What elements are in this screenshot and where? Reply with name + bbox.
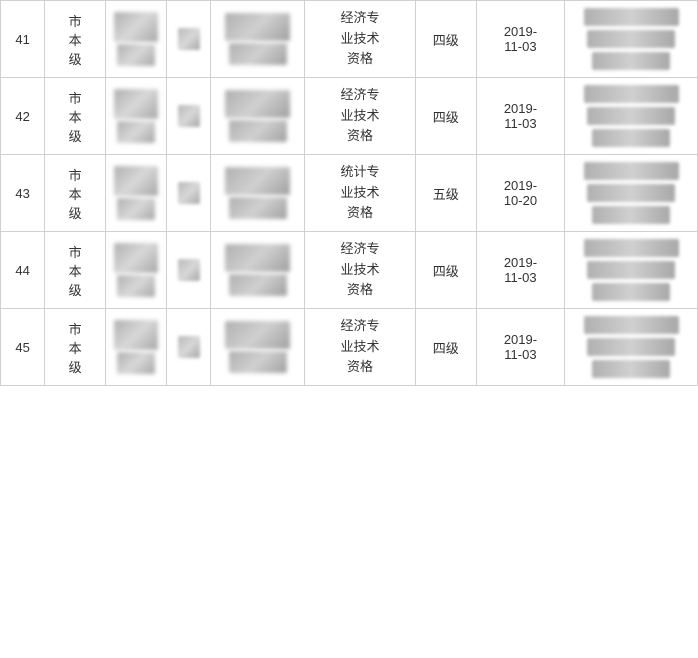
blurred-id-bottom <box>229 43 287 65</box>
blurred-line <box>584 8 679 26</box>
blurred-icon <box>178 259 200 281</box>
row-icon-col <box>166 1 210 78</box>
blurred-icon <box>178 105 200 127</box>
blurred-line <box>584 85 679 103</box>
row-icon-col <box>166 309 210 386</box>
blurred-line <box>587 107 675 125</box>
main-table-container: 41 市本级 经济专业技术资格 四级 2019-11-03 42 市本 <box>0 0 698 386</box>
row-level: 市本级 <box>45 155 106 232</box>
row-id-col <box>211 309 305 386</box>
blurred-image <box>114 89 158 119</box>
blurred-line <box>592 360 670 378</box>
blurred-line <box>592 52 670 70</box>
row-id-col <box>211 232 305 309</box>
row-right-images <box>565 155 698 232</box>
row-photo-col <box>106 1 167 78</box>
blurred-id-bottom <box>229 351 287 373</box>
row-grade: 四级 <box>415 309 476 386</box>
blurred-line <box>587 30 675 48</box>
table-row: 41 市本级 经济专业技术资格 四级 2019-11-03 <box>1 1 698 78</box>
row-photo-col <box>106 78 167 155</box>
row-icon-col <box>166 155 210 232</box>
blurred-line <box>587 261 675 279</box>
row-date: 2019-10-20 <box>476 155 565 232</box>
row-index: 42 <box>1 78 45 155</box>
row-date: 2019-11-03 <box>476 1 565 78</box>
blurred-icon <box>178 336 200 358</box>
row-right-images <box>565 232 698 309</box>
table-row: 45 市本级 经济专业技术资格 四级 2019-11-03 <box>1 309 698 386</box>
row-right-images <box>565 309 698 386</box>
blurred-right-content <box>569 238 693 302</box>
blurred-id-bottom <box>229 120 287 142</box>
blurred-image <box>117 121 155 143</box>
blurred-icon <box>178 182 200 204</box>
row-level: 市本级 <box>45 1 106 78</box>
blurred-line <box>592 206 670 224</box>
blurred-right-content <box>569 7 693 71</box>
row-icon-col <box>166 232 210 309</box>
blurred-id-top <box>225 90 290 118</box>
row-index: 41 <box>1 1 45 78</box>
row-right-images <box>565 1 698 78</box>
row-icon-col <box>166 78 210 155</box>
blurred-line <box>584 162 679 180</box>
blurred-image <box>117 198 155 220</box>
row-grade: 五级 <box>415 155 476 232</box>
blurred-line <box>587 338 675 356</box>
blurred-id-top <box>225 321 290 349</box>
row-id-col <box>211 1 305 78</box>
row-grade: 四级 <box>415 78 476 155</box>
table-row: 43 市本级 统计专业技术资格 五级 2019-10-20 <box>1 155 698 232</box>
blurred-image <box>117 352 155 374</box>
row-id-col <box>211 78 305 155</box>
blurred-id-bottom <box>229 197 287 219</box>
table-row: 44 市本级 经济专业技术资格 四级 2019-11-03 <box>1 232 698 309</box>
blurred-line <box>592 129 670 147</box>
row-level: 市本级 <box>45 78 106 155</box>
blurred-id-top <box>225 167 290 195</box>
blurred-id-top <box>225 244 290 272</box>
row-grade: 四级 <box>415 232 476 309</box>
blurred-right-content <box>569 315 693 379</box>
data-table: 41 市本级 经济专业技术资格 四级 2019-11-03 42 市本 <box>0 0 698 386</box>
row-index: 43 <box>1 155 45 232</box>
blurred-image <box>114 243 158 273</box>
row-index: 44 <box>1 232 45 309</box>
blurred-image <box>114 12 158 42</box>
blurred-line <box>592 283 670 301</box>
row-level: 市本级 <box>45 232 106 309</box>
blurred-right-content <box>569 161 693 225</box>
blurred-line <box>584 239 679 257</box>
blurred-image <box>114 320 158 350</box>
row-date: 2019-11-03 <box>476 232 565 309</box>
row-grade: 四级 <box>415 1 476 78</box>
row-right-images <box>565 78 698 155</box>
blurred-image <box>117 275 155 297</box>
row-cert: 经济专业技术资格 <box>305 309 416 386</box>
row-photo-col <box>106 155 167 232</box>
blurred-right-content <box>569 84 693 148</box>
row-cert: 统计专业技术资格 <box>305 155 416 232</box>
table-row: 42 市本级 经济专业技术资格 四级 2019-11-03 <box>1 78 698 155</box>
row-photo-col <box>106 232 167 309</box>
blurred-id-top <box>225 13 290 41</box>
blurred-image <box>114 166 158 196</box>
blurred-line <box>587 184 675 202</box>
blurred-line <box>584 316 679 334</box>
row-cert: 经济专业技术资格 <box>305 232 416 309</box>
row-date: 2019-11-03 <box>476 309 565 386</box>
blurred-icon <box>178 28 200 50</box>
row-date: 2019-11-03 <box>476 78 565 155</box>
row-photo-col <box>106 309 167 386</box>
row-cert: 经济专业技术资格 <box>305 78 416 155</box>
row-index: 45 <box>1 309 45 386</box>
blurred-id-bottom <box>229 274 287 296</box>
row-id-col <box>211 155 305 232</box>
row-cert: 经济专业技术资格 <box>305 1 416 78</box>
blurred-image <box>117 44 155 66</box>
row-level: 市本级 <box>45 309 106 386</box>
